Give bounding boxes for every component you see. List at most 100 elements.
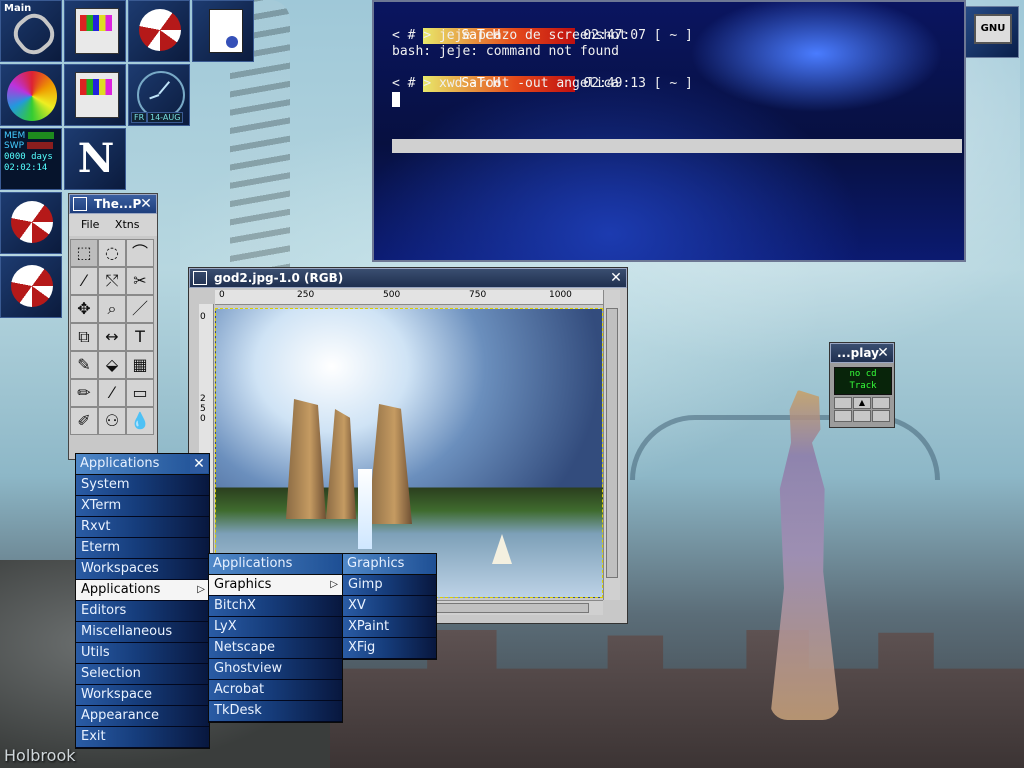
ruler-tick: 1000 — [549, 290, 572, 300]
dock-color-tile[interactable] — [0, 64, 62, 126]
menu-file[interactable]: File — [69, 214, 99, 231]
magnify-icon[interactable]: ⌕ — [98, 295, 126, 323]
cd-button[interactable] — [872, 397, 890, 409]
dock-debian3-tile[interactable] — [0, 256, 62, 318]
close-icon[interactable]: ✕ — [138, 196, 154, 212]
menu-item-appearance[interactable]: Appearance — [76, 706, 209, 727]
cd-player-titlebar[interactable]: ...play ✕ — [830, 343, 894, 363]
palette-icon — [75, 8, 119, 54]
dock-palette2-tile[interactable] — [64, 64, 126, 126]
clone-icon[interactable]: ⚇ — [98, 407, 126, 435]
term-line: bash: jeje: command not found — [392, 44, 619, 59]
system-monitor: MEM SWP 0000 days 02:02:14 — [0, 128, 62, 190]
menu-item-workspaces[interactable]: Workspaces — [76, 559, 209, 580]
dock-palette-tile[interactable] — [64, 0, 126, 62]
dock-document-tile[interactable] — [192, 0, 254, 62]
airbrush-icon[interactable]: ✐ — [70, 407, 98, 435]
artist-signature: Holbrook — [4, 746, 76, 765]
debian-swirl-icon — [11, 201, 53, 243]
toolbox-titlebar[interactable]: The...P ✕ — [69, 194, 157, 214]
menu-item-applications[interactable]: Applications ▷ — [76, 580, 209, 601]
close-icon[interactable]: ✕ — [190, 455, 208, 473]
menu-item-rxvt[interactable]: Rxvt — [76, 517, 209, 538]
eraser-icon[interactable]: ▭ — [126, 379, 154, 407]
move-icon[interactable]: ✥ — [70, 295, 98, 323]
debian-swirl-icon — [11, 265, 53, 307]
rect-select-icon[interactable]: ⬚ — [70, 239, 98, 267]
image-window-titlebar[interactable]: god2.jpg-1.0 (RGB) ✕ — [189, 268, 627, 288]
smudge-icon[interactable]: 💧 — [126, 407, 154, 435]
rock-spire — [286, 399, 326, 519]
close-icon[interactable]: ✕ — [608, 270, 624, 286]
dock-main-tile[interactable]: Main — [0, 0, 62, 62]
menu-item-miscellaneous[interactable]: Miscellaneous — [76, 622, 209, 643]
image-window-title: god2.jpg-1.0 (RGB) — [214, 271, 344, 285]
menu-item-xterm[interactable]: XTerm — [76, 496, 209, 517]
menu-item-xv[interactable]: XV — [343, 596, 436, 617]
paintbrush-icon[interactable]: ⁄ — [98, 379, 126, 407]
menu-item-netscape[interactable]: Netscape — [209, 638, 342, 659]
gnu-tile[interactable]: GNU — [965, 6, 1019, 58]
waterfall — [358, 469, 372, 549]
menu-item-label: Applications — [81, 582, 161, 597]
menu-item-exit[interactable]: Exit — [76, 727, 209, 748]
dock-netscape-tile[interactable]: N — [64, 128, 126, 190]
pencil-icon[interactable]: ✏ — [70, 379, 98, 407]
cd-controls: ▲ — [834, 397, 890, 422]
dock-debian2-tile[interactable] — [0, 192, 62, 254]
cd-button[interactable] — [872, 410, 890, 422]
menu-item-lyx[interactable]: LyX — [209, 617, 342, 638]
magic-wand-icon[interactable]: ⁄ — [70, 267, 98, 295]
ellipse-select-icon[interactable]: ◌ — [98, 239, 126, 267]
terminal-status-bar — [392, 139, 962, 153]
color-picker-icon[interactable]: ✎ — [70, 351, 98, 379]
menu-item-system[interactable]: System — [76, 475, 209, 496]
close-icon[interactable]: ✕ — [875, 345, 891, 361]
menu-item-label: Graphics — [214, 577, 272, 592]
cd-button[interactable] — [853, 410, 871, 422]
menu-item-selection[interactable]: Selection — [76, 664, 209, 685]
window-menu-button[interactable] — [193, 271, 207, 285]
cd-display: no cd Track — [834, 367, 892, 395]
menu-item-eterm[interactable]: Eterm — [76, 538, 209, 559]
menu-xtns[interactable]: Xtns — [103, 214, 140, 231]
graphics-submenu-title: Graphics — [343, 554, 436, 575]
dock-clock-tile[interactable]: FR 14-AUG — [128, 64, 190, 126]
menu-item-bitchx[interactable]: BitchX — [209, 596, 342, 617]
scissors-icon[interactable]: ✂ — [126, 267, 154, 295]
text-icon[interactable]: T — [126, 323, 154, 351]
bucket-fill-icon[interactable]: ⬙ — [98, 351, 126, 379]
swp-bar — [26, 142, 53, 149]
text-cursor — [392, 92, 400, 107]
eject-icon[interactable]: ▲ — [853, 397, 871, 409]
menu-item-acrobat[interactable]: Acrobat — [209, 680, 342, 701]
toolbox-title: The...P — [94, 197, 142, 211]
flip-icon[interactable]: ↔ — [98, 323, 126, 351]
window-menu-button[interactable] — [73, 197, 87, 211]
menu-item-tkdesk[interactable]: TkDesk — [209, 701, 342, 722]
menu-item-utils[interactable]: Utils — [76, 643, 209, 664]
cd-button[interactable] — [834, 410, 852, 422]
crop-icon[interactable]: ／ — [126, 295, 154, 323]
menu-item-xpaint[interactable]: XPaint — [343, 617, 436, 638]
menu-item-gimp[interactable]: Gimp — [343, 575, 436, 596]
gimp-toolbox: The...P ✕ File Xtns ⬚ ◌ ⌒ ⁄ ⤲ ✂ ✥ ⌕ ／ ⧉ … — [68, 193, 158, 460]
bezier-select-icon[interactable]: ⤲ — [98, 267, 126, 295]
transform-icon[interactable]: ⧉ — [70, 323, 98, 351]
dock-debian-tile[interactable] — [128, 0, 190, 62]
gradient-icon[interactable]: ▦ — [126, 351, 154, 379]
cd-button[interactable] — [834, 397, 852, 409]
menu-item-editors[interactable]: Editors — [76, 601, 209, 622]
ruler-tick: 500 — [383, 290, 401, 300]
rock-spire — [326, 409, 356, 519]
vertical-scrollbar[interactable] — [603, 290, 620, 600]
menu-item-workspace[interactable]: Workspace — [76, 685, 209, 706]
tool-grid: ⬚ ◌ ⌒ ⁄ ⤲ ✂ ✥ ⌕ ／ ⧉ ↔ T ✎ ⬙ ▦ ✏ ⁄ ▭ ✐ ⚇ … — [70, 239, 156, 435]
term-line: < # > xwd -root -out angelica — [392, 76, 619, 91]
menu-item-xfig[interactable]: XFig — [343, 638, 436, 659]
terminal-window[interactable]: SaTcH 02:47:07 [ ~ ] < # > jeje peazo de … — [372, 0, 966, 262]
lasso-icon[interactable]: ⌒ — [126, 239, 154, 267]
menu-item-graphics[interactable]: Graphics ▷ — [209, 575, 342, 596]
scroll-thumb[interactable] — [606, 308, 618, 578]
menu-item-ghostview[interactable]: Ghostview — [209, 659, 342, 680]
